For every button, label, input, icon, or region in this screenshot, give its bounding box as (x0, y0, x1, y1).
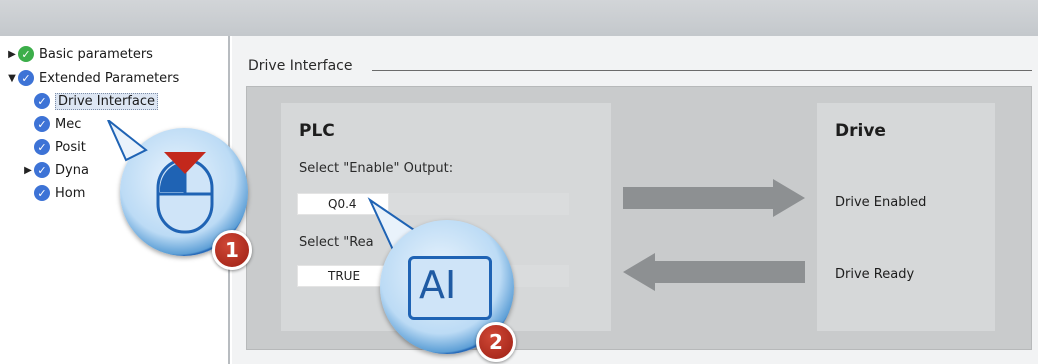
tree-item-label: Basic parameters (39, 46, 153, 62)
section-divider (372, 70, 1032, 71)
plc-heading: PLC (299, 121, 335, 141)
blue-check-icon: ✓ (34, 185, 50, 201)
blue-check-icon: ✓ (34, 162, 50, 178)
ready-input-field[interactable]: TRUE (297, 265, 389, 287)
tree-item-label: Posit (55, 139, 86, 155)
blue-check-icon: ✓ (34, 93, 50, 109)
expand-arrow-icon[interactable]: ▶ (6, 49, 18, 60)
text-cursor-icon: AI (408, 256, 492, 320)
tree-item-mechanics[interactable]: ✓ Mec (34, 114, 81, 134)
step-badge-2: 2 (476, 322, 516, 362)
tree-item-label: Mec (55, 116, 82, 132)
drive-box: Drive Drive Enabled Drive Ready (817, 103, 995, 331)
tree-item-label: Dyna (55, 162, 89, 178)
ready-input-label: Select "Rea (299, 235, 374, 250)
enable-arrow-icon (623, 179, 805, 217)
tree-item-drive-interface[interactable]: ✓ Drive Interface (34, 91, 158, 111)
blue-check-icon: ✓ (18, 70, 34, 86)
section-title: Drive Interface (248, 58, 353, 74)
drive-enabled-label: Drive Enabled (835, 195, 927, 210)
top-toolbar (0, 0, 1038, 36)
tree-item-basic-parameters[interactable]: ▶ ✓ Basic parameters (6, 44, 153, 64)
mouse-icon (156, 152, 214, 234)
tree-item-extended-parameters[interactable]: ▼ ✓ Extended Parameters (6, 68, 179, 88)
ready-arrow-icon (623, 253, 805, 291)
drive-heading: Drive (835, 121, 886, 141)
tree-item-dynamics[interactable]: ▶ ✓ Dyna (22, 160, 89, 180)
tree-item-homing[interactable]: ✓ Hom (34, 183, 85, 203)
green-check-icon: ✓ (18, 46, 34, 62)
tree-item-label: Extended Parameters (39, 70, 180, 86)
blue-check-icon: ✓ (34, 116, 50, 132)
tree-item-position[interactable]: ✓ Posit (34, 137, 86, 157)
tree-item-label: Hom (55, 185, 86, 201)
tree-item-label: Drive Interface (55, 92, 158, 110)
step-badge-1: 1 (212, 230, 252, 270)
main-content: Drive Interface PLC Select "Enable" Outp… (232, 36, 1038, 364)
drive-ready-label: Drive Ready (835, 267, 915, 282)
collapse-arrow-icon[interactable]: ▼ (6, 73, 18, 84)
enable-output-label: Select "Enable" Output: (299, 161, 454, 176)
blue-check-icon: ✓ (34, 139, 50, 155)
text-cursor-glyph: AI (419, 263, 457, 307)
expand-arrow-icon[interactable]: ▶ (22, 165, 34, 176)
callout-pointer-1 (107, 120, 148, 162)
